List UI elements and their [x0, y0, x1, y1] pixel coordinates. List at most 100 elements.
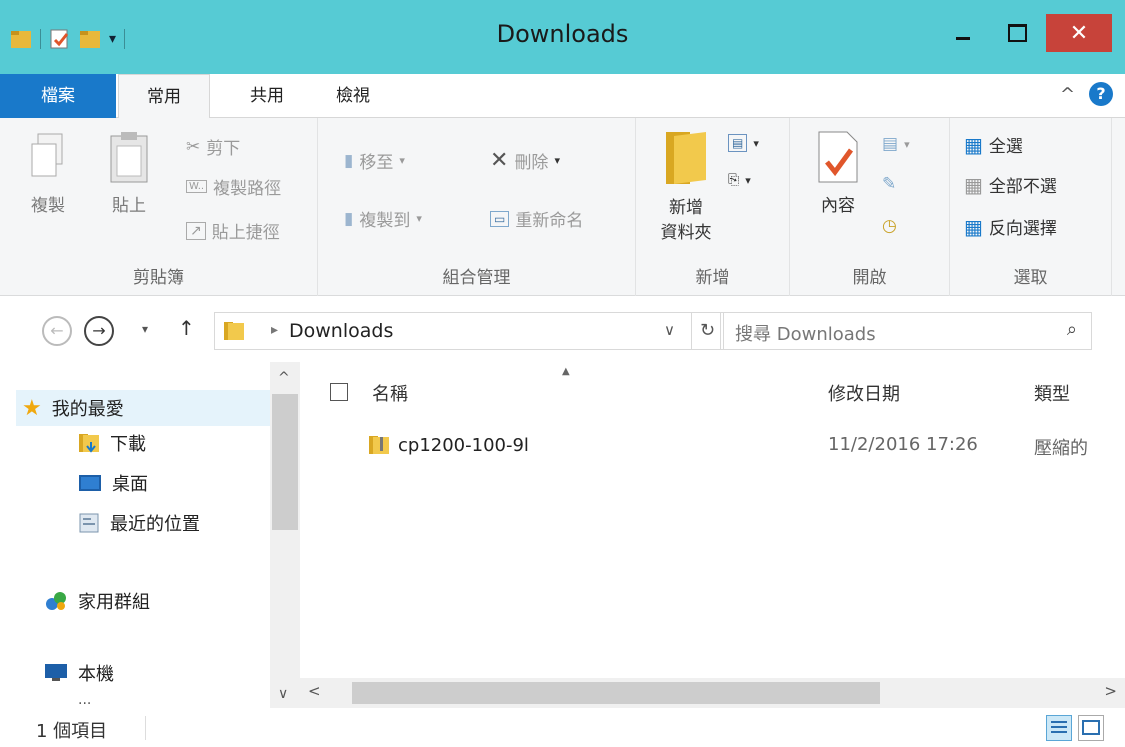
- easy-access-button[interactable]: ⎘ ▾: [728, 172, 751, 188]
- group-open: 內容 ▤ ▾ ✎ ◷ 開啟: [790, 118, 950, 296]
- paste-shortcut-icon: ↗: [186, 221, 206, 240]
- edit-button[interactable]: ✎: [882, 174, 896, 194]
- address-bar[interactable]: ▸ Downloads ∨: [214, 312, 692, 350]
- select-none-button[interactable]: ▦ 全部不選: [964, 172, 1057, 198]
- copy-to-button[interactable]: ▮ 複製到 ▾: [344, 206, 422, 232]
- move-to-dropdown-icon: ▾: [399, 154, 405, 167]
- properties-icon: [818, 131, 858, 183]
- nav-item-cutoff[interactable]: ...: [78, 692, 91, 708]
- horizontal-scrollbar-thumb[interactable]: [352, 682, 880, 704]
- new-item-dropdown-icon: ▾: [753, 136, 759, 150]
- folder-icon: [224, 322, 244, 340]
- new-item-button[interactable]: ▤ ▾: [728, 134, 759, 152]
- invert-selection-label: 反向選擇: [988, 219, 1057, 239]
- move-to-icon: ▮: [344, 150, 354, 171]
- nav-scrollbar-thumb[interactable]: [272, 394, 298, 530]
- nav-recent-label: 最近的位置: [110, 514, 200, 535]
- nav-scrollbar[interactable]: ^ ∨: [270, 362, 300, 708]
- address-dropdown-icon[interactable]: ∨: [664, 321, 675, 339]
- copy-path-button[interactable]: W.. 複製路徑: [186, 174, 281, 199]
- new-folder-label-1: 新增: [669, 198, 703, 218]
- paste-button[interactable]: 貼上: [104, 130, 154, 216]
- nav-item-recent[interactable]: 最近的位置: [78, 510, 200, 536]
- rename-button[interactable]: ▭ 重新命名: [490, 206, 583, 231]
- breadcrumb-downloads[interactable]: Downloads: [289, 320, 393, 342]
- cut-button[interactable]: ✂ 剪下: [186, 134, 241, 160]
- ribbon: 複製 貼上 ✂ 剪下 W.. 複製路徑 ↗ 貼上捷徑 剪貼簿 ▮ 移至 ▾ ▮ 複製到 ▾ ✕…: [0, 118, 1125, 296]
- desktop-icon: [79, 475, 101, 491]
- column-header-type[interactable]: 類型: [1034, 362, 1070, 426]
- scroll-up-icon[interactable]: ^: [278, 370, 290, 386]
- properties-button[interactable]: 內容: [810, 128, 866, 216]
- scroll-down-icon[interactable]: ∨: [278, 686, 288, 702]
- status-bar: 1 個項目: [0, 710, 1125, 747]
- address-row: ← → ▾ ↑ ▸ Downloads ∨ ↻ 搜尋 Downloads ⌕: [0, 300, 1125, 360]
- forward-button[interactable]: →: [84, 316, 114, 346]
- sort-ascending-icon: ▲: [562, 366, 570, 377]
- delete-label: 刪除: [514, 153, 549, 173]
- table-row[interactable]: cp1200-100-9l 11/2/2016 17:26 壓縮的: [318, 426, 1125, 466]
- scissors-icon: ✂: [186, 136, 201, 157]
- column-header-name[interactable]: 名稱: [372, 362, 408, 426]
- copy-path-label: 複製路徑: [213, 179, 282, 199]
- horizontal-scrollbar[interactable]: < >: [300, 678, 1125, 708]
- nav-homegroup-label: 家用群組: [78, 592, 150, 613]
- select-all-checkbox[interactable]: [330, 383, 348, 401]
- nav-desktop-label: 桌面: [112, 474, 148, 495]
- help-icon[interactable]: ?: [1089, 82, 1113, 106]
- new-folder-button[interactable]: 新增 資料夾: [656, 126, 716, 243]
- delete-button[interactable]: ✕ 刪除 ▾: [490, 148, 560, 173]
- invert-selection-button[interactable]: ▦ 反向選擇: [964, 214, 1057, 240]
- copy-button[interactable]: 複製: [28, 130, 68, 216]
- file-date: 11/2/2016 17:26: [828, 434, 978, 455]
- move-to-label: 移至: [359, 153, 394, 173]
- copy-to-label: 複製到: [359, 211, 411, 231]
- nav-item-desktop[interactable]: 桌面: [78, 470, 148, 496]
- homegroup-icon: [46, 592, 66, 610]
- tab-view[interactable]: 檢視: [318, 74, 388, 118]
- details-view-button[interactable]: [1046, 715, 1072, 741]
- move-to-button[interactable]: ▮ 移至 ▾: [344, 148, 405, 174]
- cut-label: 剪下: [206, 139, 241, 159]
- maximize-button[interactable]: [994, 14, 1040, 52]
- open-button[interactable]: ▤ ▾: [882, 134, 910, 154]
- tab-share[interactable]: 共用: [222, 74, 312, 118]
- back-button[interactable]: ←: [42, 316, 72, 346]
- scroll-right-icon[interactable]: >: [1104, 682, 1117, 700]
- group-label-open: 開啟: [852, 268, 887, 288]
- search-input[interactable]: 搜尋 Downloads ⌕: [720, 312, 1092, 350]
- column-header-date[interactable]: 修改日期: [828, 362, 900, 426]
- nav-item-homegroup[interactable]: 家用群組: [44, 588, 150, 614]
- nav-favorites-label: 我的最愛: [51, 399, 124, 420]
- zip-folder-icon: [369, 436, 389, 454]
- paste-shortcut-button[interactable]: ↗ 貼上捷徑: [186, 218, 280, 243]
- properties-label: 內容: [821, 196, 855, 216]
- recent-locations-icon[interactable]: ▾: [142, 322, 148, 336]
- large-icons-view-button[interactable]: [1078, 715, 1104, 741]
- nav-item-favorites[interactable]: ★ 我的最愛: [16, 390, 270, 426]
- nav-downloads-label: 下載: [110, 434, 146, 455]
- group-select: ▦ 全選 ▦ 全部不選 ▦ 反向選擇 選取: [950, 118, 1112, 296]
- open-icon: ▤: [882, 134, 899, 154]
- open-dropdown-icon: ▾: [904, 137, 910, 151]
- search-icon[interactable]: ⌕: [1067, 319, 1077, 340]
- select-all-button[interactable]: ▦ 全選: [964, 132, 1023, 158]
- collapse-ribbon-icon[interactable]: ^: [1060, 84, 1075, 105]
- tab-file[interactable]: 檔案: [0, 74, 116, 118]
- close-button[interactable]: ✕: [1046, 14, 1112, 52]
- minimize-button[interactable]: [940, 14, 986, 52]
- tab-home[interactable]: 常用: [118, 74, 210, 119]
- group-label-clipboard: 剪貼簿: [133, 268, 184, 288]
- nav-item-downloads[interactable]: 下載: [78, 430, 146, 456]
- copy-to-dropdown-icon: ▾: [416, 212, 422, 225]
- ribbon-tabs: 檔案 常用 共用 檢視 ^ ?: [0, 74, 1125, 119]
- up-arrow-icon[interactable]: ↑: [178, 316, 195, 340]
- history-button[interactable]: ◷: [882, 216, 897, 236]
- copy-label: 複製: [31, 196, 65, 216]
- history-icon: ◷: [882, 216, 897, 236]
- nav-item-this-pc[interactable]: 本機: [44, 660, 114, 686]
- breadcrumb-chevron-icon[interactable]: ▸: [271, 322, 278, 338]
- large-icons-view-icon: [1082, 720, 1100, 735]
- paste-icon: [110, 132, 148, 183]
- scroll-left-icon[interactable]: <: [308, 682, 321, 700]
